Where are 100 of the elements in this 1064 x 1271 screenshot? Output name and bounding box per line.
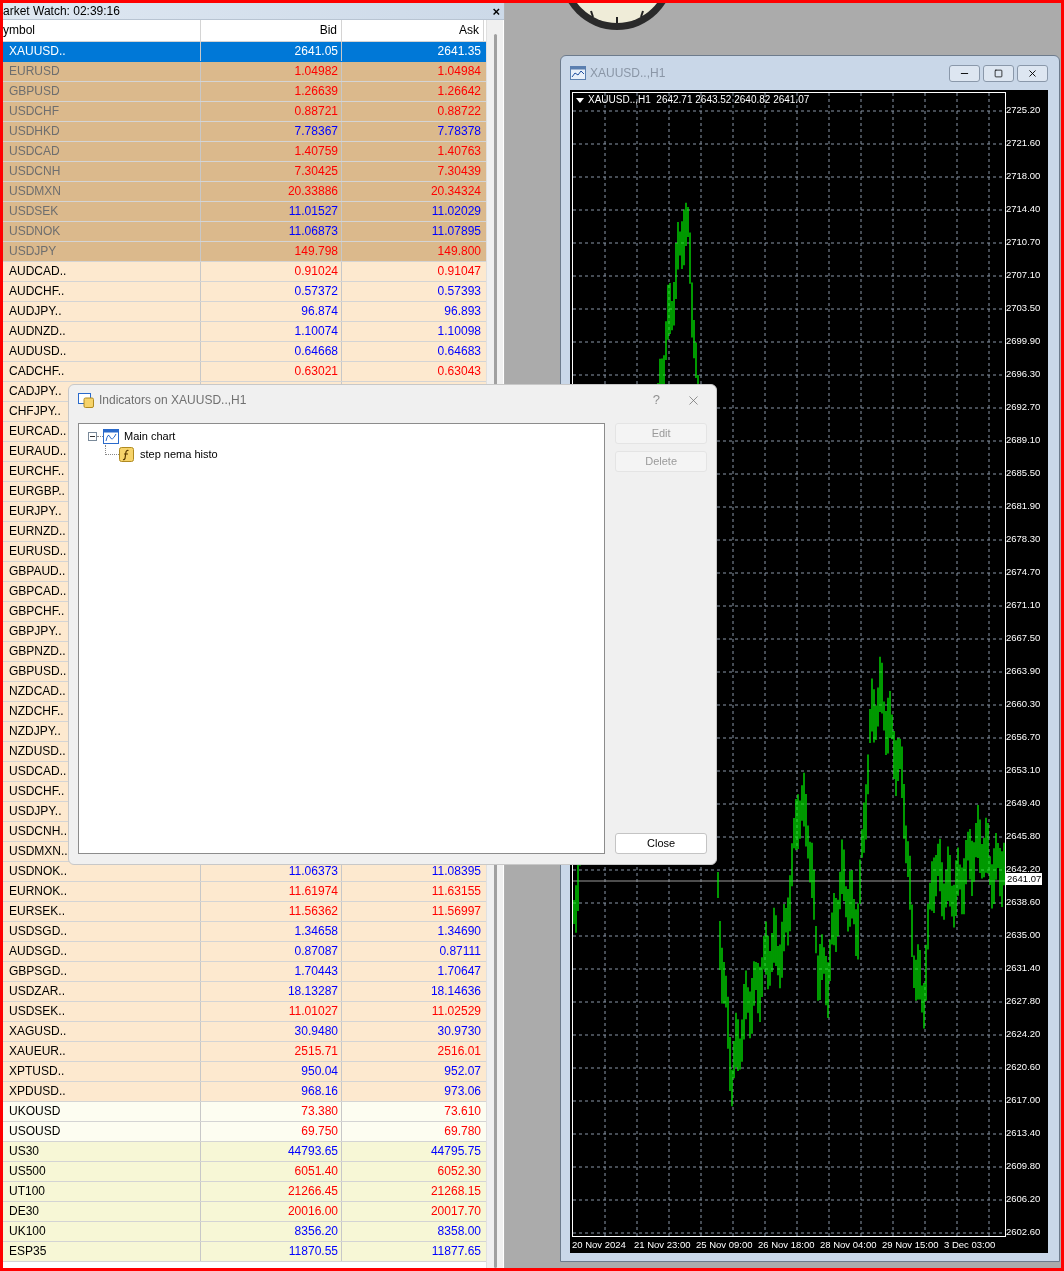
price-axis-label: 2699.90 xyxy=(1006,335,1041,346)
dropdown-icon[interactable] xyxy=(576,97,584,103)
quote-row[interactable]: EURSEK.. 11.56362 11.56997 xyxy=(3,902,486,922)
quote-row[interactable]: USOUSD 69.750 69.780 xyxy=(3,1122,486,1142)
quote-row[interactable]: USDSEK.. 11.01027 11.02529 xyxy=(3,1002,486,1022)
price-axis-label: 2653.10 xyxy=(1006,764,1041,775)
quote-row[interactable]: AUDUSD.. 0.64668 0.64683 xyxy=(3,342,486,362)
symbol-cell: USDCNH xyxy=(3,162,201,181)
time-axis-label: 25 Nov 09:00 xyxy=(696,1238,754,1252)
quote-row[interactable]: AUDCHF.. 0.57372 0.57393 xyxy=(3,282,486,302)
bid-cell-text: 73.380 xyxy=(301,1103,339,1120)
quote-row[interactable]: UK100 8356.20 8358.00 xyxy=(3,1222,486,1242)
price-axis-label: 2631.40 xyxy=(1006,962,1041,973)
symbol-cell: USDSGD.. xyxy=(3,922,201,941)
selected-quote-row[interactable]: XAUUSD.. 2641.05 2641.35 xyxy=(3,42,486,62)
ask-cell-text: 11.02029 xyxy=(431,203,482,220)
time-axis-label: 29 Nov 15:00 xyxy=(882,1238,940,1252)
price-axis-label: 2692.70 xyxy=(1006,401,1041,412)
quote-row[interactable]: ESP35 11870.55 11877.65 xyxy=(3,1242,486,1262)
indicator-icon xyxy=(119,446,134,462)
quote-row[interactable]: CADCHF.. 0.63021 0.63043 xyxy=(3,362,486,382)
quote-row[interactable]: UT100 21266.45 21268.15 xyxy=(3,1182,486,1202)
ask-cell-text: 1.70647 xyxy=(437,963,482,980)
quote-row[interactable]: US500 6051.40 6052.30 xyxy=(3,1162,486,1182)
ask-cell-text: 6052.30 xyxy=(437,1163,482,1180)
ask-cell-text: 973.06 xyxy=(444,1083,482,1100)
price-axis-label: 2678.30 xyxy=(1006,533,1041,544)
dialog-button[interactable]: Close xyxy=(615,833,707,854)
price-axis-label: 2718.00 xyxy=(1006,170,1041,181)
tree-item[interactable]: step nema histo xyxy=(140,445,218,463)
ask-cell-text: 1.40763 xyxy=(437,143,482,160)
price-axis-label: 2725.20 xyxy=(1006,104,1041,115)
quote-row[interactable]: AUDSGD.. 0.87087 0.87111 xyxy=(3,942,486,962)
price-axis-label: 2638.60 xyxy=(1006,896,1041,907)
symbol-cell: ESP35 xyxy=(3,1242,201,1261)
bid-cell-text: 950.04 xyxy=(301,1063,339,1080)
symbol-cell: XAUUSD.. xyxy=(3,42,201,61)
bid-cell-text: 30.9480 xyxy=(294,1023,339,1040)
ask-cell-text: 44795.75 xyxy=(430,1143,482,1160)
quote-row[interactable]: AUDCAD.. 0.91024 0.91047 xyxy=(3,262,486,282)
quote-row[interactable]: XPTUSD.. 950.04 952.07 xyxy=(3,1062,486,1082)
quote-row[interactable]: AUDJPY.. 96.874 96.893 xyxy=(3,302,486,322)
symbol-cell: AUDCAD.. xyxy=(3,262,201,281)
symbol-cell: XAGUSD.. xyxy=(3,1022,201,1041)
quote-row[interactable]: DE30 20016.00 20017.70 xyxy=(3,1202,486,1222)
quote-row[interactable]: US30 44793.65 44795.75 xyxy=(3,1142,486,1162)
ask-cell-text: 73.610 xyxy=(444,1103,482,1120)
ask-cell-text: 2641.35 xyxy=(437,43,482,60)
ask-cell-text: 0.63043 xyxy=(437,363,482,380)
bid-cell-text: 0.91024 xyxy=(294,263,339,280)
minimize-button[interactable] xyxy=(949,64,980,82)
symbol-cell: XAUEUR.. xyxy=(3,1042,201,1061)
price-axis-label: 2602.60 xyxy=(1006,1226,1041,1237)
ask-cell-text: 1.10098 xyxy=(437,323,482,340)
ask-cell-text: 1.04984 xyxy=(437,63,482,80)
column-header[interactable]: Bid xyxy=(201,20,342,41)
price-axis-label: 2609.80 xyxy=(1006,1160,1041,1171)
bid-cell-text: 11870.55 xyxy=(288,1243,339,1260)
column-header[interactable]: ymbol xyxy=(3,20,201,41)
bid-cell-text: 2515.71 xyxy=(294,1043,339,1060)
price-axis-label: 2707.10 xyxy=(1006,269,1041,280)
restore-button[interactable] xyxy=(983,64,1014,82)
bid-cell-text: 0.57372 xyxy=(294,283,339,300)
quote-row[interactable]: XAGUSD.. 30.9480 30.9730 xyxy=(3,1022,486,1042)
ask-cell-text: 7.30439 xyxy=(437,163,482,180)
collapse-icon[interactable] xyxy=(88,431,97,441)
quote-row[interactable]: USDSGD.. 1.34658 1.34690 xyxy=(3,922,486,942)
bid-cell-text: 1.70443 xyxy=(294,963,339,980)
column-header[interactable]: Ask xyxy=(342,20,484,41)
ask-cell-text: 0.88722 xyxy=(437,103,482,120)
ask-cell-text: 30.9730 xyxy=(437,1023,482,1040)
price-axis-label: 2624.20 xyxy=(1006,1028,1041,1039)
close-button[interactable]: × xyxy=(488,4,504,18)
quote-row[interactable]: GBPSGD.. 1.70443 1.70647 xyxy=(3,962,486,982)
bid-cell-text: 8356.20 xyxy=(294,1223,339,1240)
close-button[interactable] xyxy=(1017,64,1048,82)
symbol-cell: USDNOK xyxy=(3,222,201,241)
quote-row[interactable]: UKOUSD 73.380 73.610 xyxy=(3,1102,486,1122)
chart-icon xyxy=(103,428,119,444)
quote-row[interactable]: XPDUSD.. 968.16 973.06 xyxy=(3,1082,486,1102)
symbol-cell: USDHKD xyxy=(3,122,201,141)
bid-cell-text: 11.06873 xyxy=(288,223,339,240)
ask-cell-text: 20017.70 xyxy=(430,1203,482,1220)
quote-row[interactable]: EURNOK.. 11.61974 11.63155 xyxy=(3,882,486,902)
bid-cell-text: 11.61974 xyxy=(288,883,339,900)
symbol-cell: AUDUSD.. xyxy=(3,342,201,361)
bid-cell-text: 0.63021 xyxy=(294,363,339,380)
bid-cell-text: 2641.05 xyxy=(294,43,339,60)
quote-row[interactable]: AUDNZD.. 1.10074 1.10098 xyxy=(3,322,486,342)
tree-item[interactable]: Main chart xyxy=(124,427,176,445)
symbol-cell: EURNOK.. xyxy=(3,882,201,901)
symbol-cell: USDCAD xyxy=(3,142,201,161)
restore-icon xyxy=(994,68,1003,78)
symbol-cell: EURSEK.. xyxy=(3,902,201,921)
quote-row[interactable]: USDZAR.. 18.13287 18.14636 xyxy=(3,982,486,1002)
bid-cell-text: 96.874 xyxy=(301,303,339,320)
quote-row[interactable]: XAUEUR.. 2515.71 2516.01 xyxy=(3,1042,486,1062)
symbol-cell: USDSEK.. xyxy=(3,1002,201,1021)
price-axis-label: 2656.70 xyxy=(1006,731,1041,742)
price-axis-label: 2671.10 xyxy=(1006,599,1041,610)
